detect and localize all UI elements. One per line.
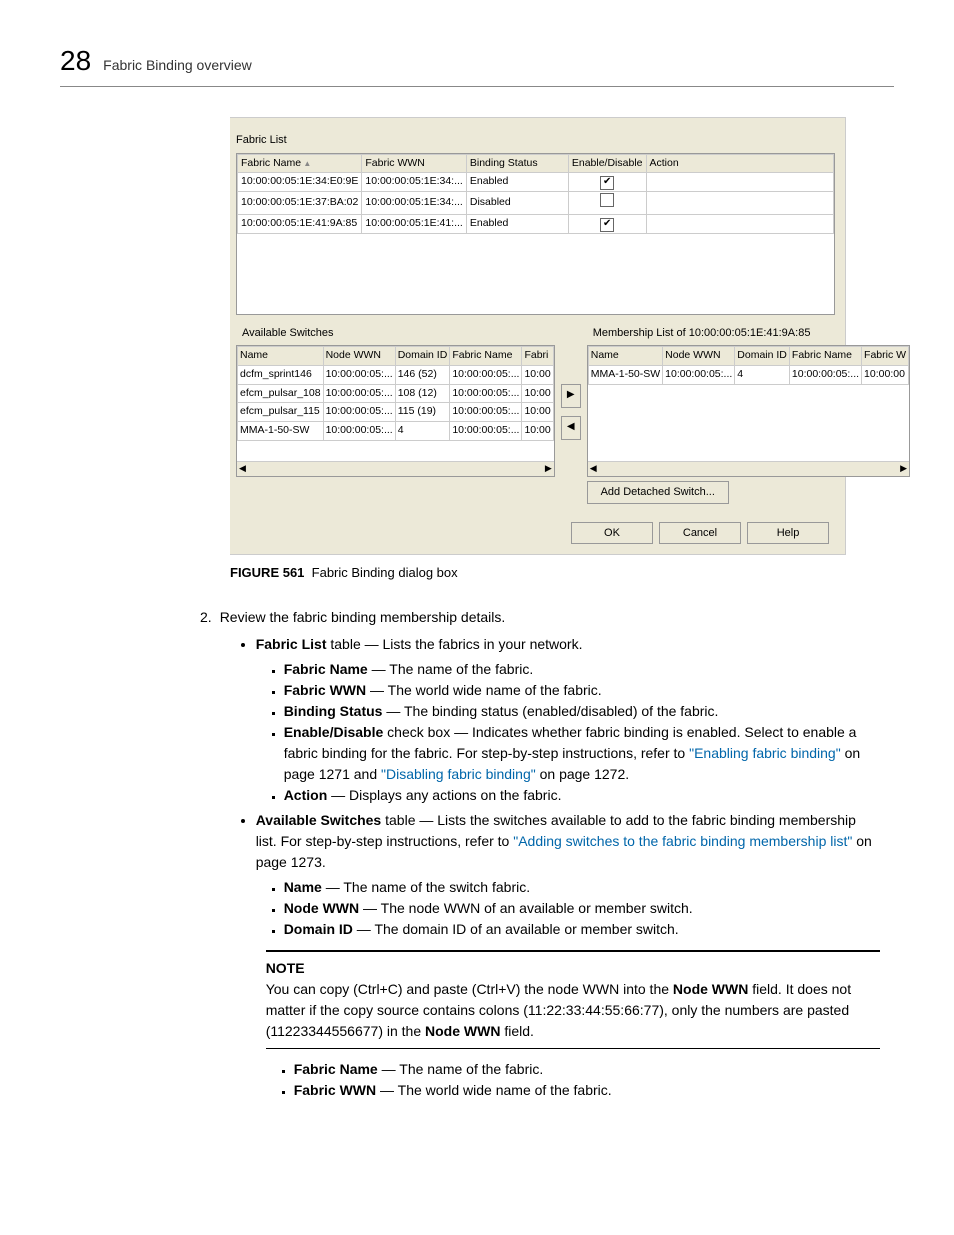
page-number: 28: [60, 40, 91, 82]
list-item: Node WWN — The node WWN of an available …: [284, 898, 880, 919]
col-domain-id[interactable]: Domain ID: [395, 347, 450, 366]
list-item: Domain ID — The domain ID of an availabl…: [284, 919, 880, 940]
available-switches-table[interactable]: Name Node WWN Domain ID Fabric Name Fabr…: [236, 345, 555, 477]
col-fabric-name[interactable]: Fabric Name: [238, 154, 362, 173]
step-text: Review the fabric binding membership det…: [220, 607, 880, 628]
membership-list-table[interactable]: Name Node WWN Domain ID Fabric Name Fabr…: [587, 345, 910, 477]
body-text: 2. Review the fabric binding membership …: [200, 607, 880, 1105]
col-name[interactable]: Name: [238, 347, 324, 366]
note-block: NOTE You can copy (Ctrl+C) and paste (Ct…: [266, 950, 880, 1049]
table-row[interactable]: MMA-1-50-SW10:00:00:05:...410:00:00:05:.…: [588, 365, 908, 384]
checkbox[interactable]: [600, 218, 614, 232]
col-fabric-name[interactable]: Fabric Name: [450, 347, 522, 366]
dialog-screenshot: Fabric List Fabric Name Fabric WWN Bindi…: [230, 117, 894, 555]
list-item: Enable/Disable check box — Indicates whe…: [284, 722, 880, 785]
help-button[interactable]: Help: [747, 522, 829, 545]
ok-button[interactable]: OK: [571, 522, 653, 545]
scrollbar[interactable]: ◀▶: [588, 461, 909, 476]
col-name[interactable]: Name: [588, 347, 662, 366]
table-row[interactable]: 10:00:00:05:1E:41:9A:85 10:00:00:05:1E:4…: [238, 215, 834, 234]
checkbox[interactable]: [600, 176, 614, 190]
list-item: Action — Displays any actions on the fab…: [284, 785, 880, 806]
link-disabling[interactable]: "Disabling fabric binding": [381, 766, 536, 782]
col-fabric-wwn[interactable]: Fabric WWN: [362, 154, 467, 173]
add-detached-switch-button[interactable]: Add Detached Switch...: [587, 481, 729, 504]
fabric-list-label: Fabric List: [230, 128, 835, 153]
step-number: 2.: [200, 607, 212, 1105]
move-right-button[interactable]: ▶: [561, 384, 581, 408]
table-row[interactable]: MMA-1-50-SW10:00:00:05:...410:00:00:05:.…: [238, 422, 554, 441]
link-enabling[interactable]: "Enabling fabric binding": [689, 745, 841, 761]
list-item: Binding Status — The binding status (ena…: [284, 701, 880, 722]
move-left-button[interactable]: ◀: [561, 416, 581, 440]
col-node-wwn[interactable]: Node WWN: [663, 347, 735, 366]
table-row[interactable]: efcm_pulsar_10810:00:00:05:...108 (12)10…: [238, 384, 554, 403]
list-item: Available Switches table — Lists the swi…: [256, 810, 880, 940]
figure-caption: FIGURE 561 Fabric Binding dialog box: [230, 563, 894, 583]
table-row[interactable]: 10:00:00:05:1E:37:BA:02 10:00:00:05:1E:3…: [238, 192, 834, 215]
list-item: Name — The name of the switch fabric.: [284, 877, 880, 898]
fabric-list-table[interactable]: Fabric Name Fabric WWN Binding Status En…: [236, 153, 835, 315]
available-switches-label: Available Switches: [236, 321, 555, 346]
col-fabric-wwn[interactable]: Fabri: [522, 347, 553, 366]
col-node-wwn[interactable]: Node WWN: [323, 347, 395, 366]
checkbox[interactable]: [600, 193, 614, 207]
list-item: Fabric WWN — The world wide name of the …: [284, 680, 880, 701]
list-item: Fabric Name — The name of the fabric.: [294, 1059, 880, 1080]
page-header: 28 Fabric Binding overview: [60, 40, 894, 87]
col-binding-status[interactable]: Binding Status: [466, 154, 568, 173]
membership-list-label: Membership List of 10:00:00:05:1E:41:9A:…: [587, 321, 910, 346]
page-title: Fabric Binding overview: [103, 55, 252, 76]
list-item: Fabric List table — Lists the fabrics in…: [256, 634, 880, 806]
list-item: Fabric WWN — The world wide name of the …: [294, 1080, 880, 1101]
table-row[interactable]: 10:00:00:05:1E:34:E0:9E 10:00:00:05:1E:3…: [238, 173, 834, 192]
col-fabric-wwn[interactable]: Fabric W: [862, 347, 909, 366]
cancel-button[interactable]: Cancel: [659, 522, 741, 545]
col-action[interactable]: Action: [646, 154, 834, 173]
table-row[interactable]: efcm_pulsar_11510:00:00:05:...115 (19)10…: [238, 403, 554, 422]
scrollbar[interactable]: ◀▶: [237, 461, 554, 476]
table-row[interactable]: dcfm_sprint14610:00:00:05:...146 (52)10:…: [238, 365, 554, 384]
link-adding[interactable]: "Adding switches to the fabric binding m…: [513, 833, 852, 849]
col-enable-disable[interactable]: Enable/Disable: [568, 154, 646, 173]
col-domain-id[interactable]: Domain ID: [735, 347, 790, 366]
col-fabric-name[interactable]: Fabric Name: [789, 347, 861, 366]
list-item: Fabric Name — The name of the fabric.: [284, 659, 880, 680]
